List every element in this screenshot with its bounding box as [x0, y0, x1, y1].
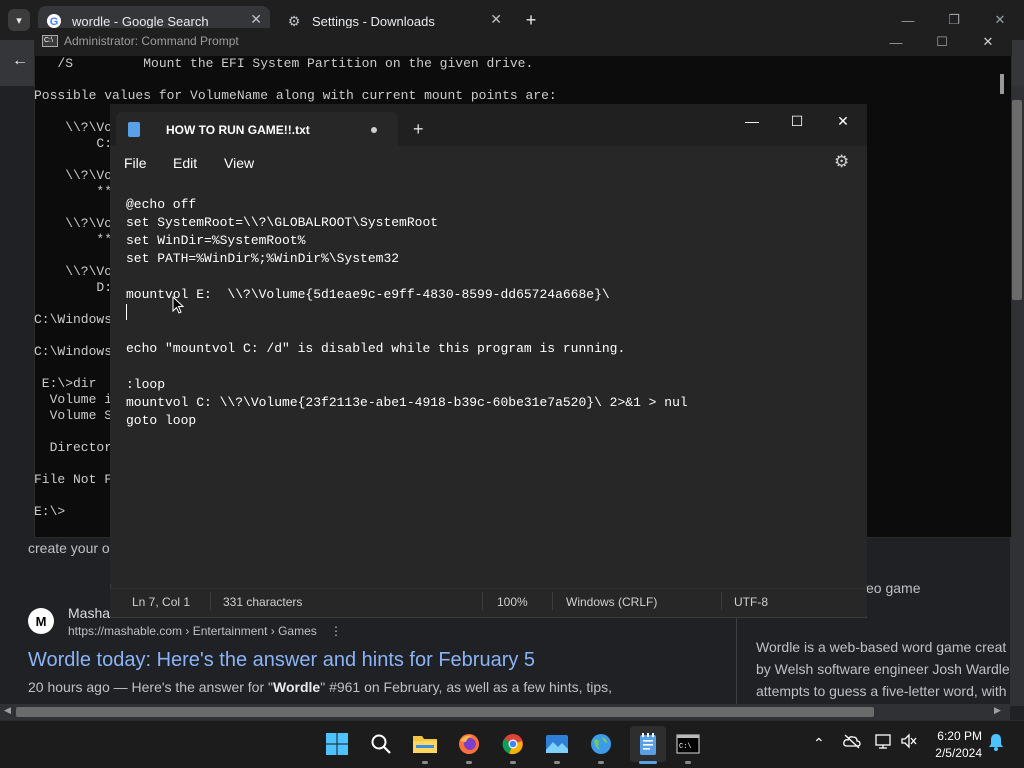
notepad-maximize-button[interactable]: ☐ — [783, 110, 811, 132]
running-indicator — [422, 761, 428, 764]
notepad-close-button[interactable]: ✕ — [829, 110, 857, 132]
notepad-tab-title: HOW TO RUN GAME!!.txt — [166, 123, 310, 137]
chevron-down-icon: ▾ — [16, 14, 22, 27]
back-arrow-icon[interactable]: ← — [12, 52, 28, 70]
status-line-ending[interactable]: Windows (CRLF) — [566, 595, 657, 609]
start-button[interactable] — [321, 728, 353, 760]
mouse-pointer-icon — [172, 296, 184, 314]
photos-icon — [546, 735, 568, 753]
status-encoding[interactable]: UTF-8 — [734, 595, 768, 609]
volume-muted-icon[interactable] — [900, 733, 918, 752]
page-horizontal-scroll-thumb[interactable] — [16, 707, 874, 717]
kp-type: eo game — [866, 580, 921, 596]
cmd-icon: C:\ — [42, 35, 58, 47]
snippet-text: " #961 on February, as well as a few hin… — [320, 679, 613, 695]
folder-icon — [413, 736, 437, 753]
desktop: ▾ G wordle - Google Search ✕ ⚙ Settings … — [0, 0, 1024, 768]
result-url[interactable]: https://mashable.com › Entertainment › G… — [68, 624, 317, 638]
terminal-taskbar-button[interactable]: C:\ — [672, 728, 704, 760]
notepad-icon — [640, 733, 656, 755]
scroll-left-icon[interactable]: ◀ — [4, 705, 11, 716]
status-divider — [721, 592, 722, 610]
notepad-text-content[interactable]: @echo off set SystemRoot=\\?\GLOBALROOT\… — [126, 196, 861, 430]
cmd-maximize-button[interactable]: ☐ — [930, 30, 954, 54]
globe-icon — [591, 734, 611, 754]
search-button[interactable] — [365, 728, 397, 760]
clock-date[interactable]: 2/5/2024 — [928, 746, 982, 760]
photos-button[interactable] — [541, 728, 573, 760]
network-icon[interactable] — [874, 733, 892, 752]
chrome-tab-title: Settings - Downloads — [312, 13, 435, 29]
unsaved-dot-icon[interactable] — [371, 127, 377, 133]
cmd-scroll-thumb[interactable] — [1000, 74, 1004, 94]
settings-gear-icon[interactable]: ⚙ — [834, 152, 849, 172]
clock-time[interactable]: 6:20 PM — [932, 729, 982, 743]
notepad-minimize-button[interactable]: — — [738, 110, 766, 132]
chrome-icon — [502, 734, 523, 755]
text-caret — [126, 304, 127, 320]
svg-text:C:\: C:\ — [679, 743, 692, 751]
chrome-tab-title: wordle - Google Search — [72, 13, 209, 29]
windows-logo-icon — [326, 733, 348, 755]
kp-description-line: attempts to guess a five-letter word, wi… — [756, 683, 1007, 699]
running-indicator — [466, 761, 472, 764]
notepad-file-icon — [128, 122, 140, 137]
status-divider — [552, 592, 553, 610]
more-options-icon[interactable]: ⋮ — [330, 624, 342, 638]
scroll-right-icon[interactable]: ▶ — [994, 705, 1001, 716]
cmd-title: Administrator: Command Prompt — [64, 34, 239, 48]
notepad-taskbar-button[interactable] — [632, 728, 664, 760]
notepad-new-tab-button[interactable]: + — [413, 119, 424, 140]
result-site-name[interactable]: Masha — [68, 605, 110, 621]
active-indicator — [639, 761, 657, 764]
cmd-minimize-button[interactable]: — — [884, 30, 908, 54]
status-line-col: Ln 7, Col 1 — [132, 595, 191, 609]
chrome-button[interactable] — [497, 728, 529, 760]
terminal-icon: C:\ — [676, 734, 700, 754]
close-icon[interactable]: ✕ — [490, 11, 502, 28]
kp-description-line: by Welsh software engineer Josh Wardle — [756, 661, 1010, 677]
running-indicator — [510, 761, 516, 764]
result-snippet-partial: create your o — [28, 540, 110, 556]
google-icon: G — [46, 13, 62, 29]
show-hidden-icons-chevron[interactable]: ⌃ — [813, 735, 825, 752]
kp-description-line: Wordle is a web-based word game creat — [756, 639, 1007, 655]
status-divider — [210, 592, 211, 610]
onedrive-offline-icon[interactable] — [843, 733, 861, 752]
file-explorer-button[interactable] — [409, 728, 441, 760]
result-snippet: 20 hours ago — Here's the answer for "Wo… — [28, 679, 612, 695]
cmd-close-button[interactable]: ✕ — [976, 30, 1000, 54]
status-char-count: 331 characters — [223, 595, 303, 609]
svg-text:G: G — [50, 16, 59, 28]
running-indicator — [554, 761, 560, 764]
running-indicator — [598, 761, 604, 764]
running-indicator — [685, 761, 691, 764]
menu-view[interactable]: View — [224, 155, 254, 171]
notification-bell-icon[interactable] — [988, 733, 1004, 754]
page-vertical-scroll-thumb[interactable] — [1012, 100, 1022, 300]
firefox-button[interactable] — [453, 728, 485, 760]
status-divider — [482, 592, 483, 610]
firefox-icon — [459, 734, 479, 754]
result-title-link[interactable]: Wordle today: Here's the answer and hint… — [28, 649, 535, 672]
globe-app-button[interactable] — [585, 728, 617, 760]
snippet-keyword: Wordle — [273, 679, 321, 695]
gear-icon: ⚙ — [287, 12, 301, 29]
tab-search-button[interactable]: ▾ — [8, 9, 30, 31]
status-zoom[interactable]: 100% — [497, 595, 528, 609]
menu-edit[interactable]: Edit — [173, 155, 197, 171]
snippet-text: 20 hours ago — Here's the answer for " — [28, 679, 273, 695]
search-icon — [371, 734, 391, 754]
close-icon[interactable]: ✕ — [250, 11, 262, 28]
menu-file[interactable]: File — [124, 155, 147, 171]
mashable-logo[interactable]: M — [28, 608, 54, 634]
